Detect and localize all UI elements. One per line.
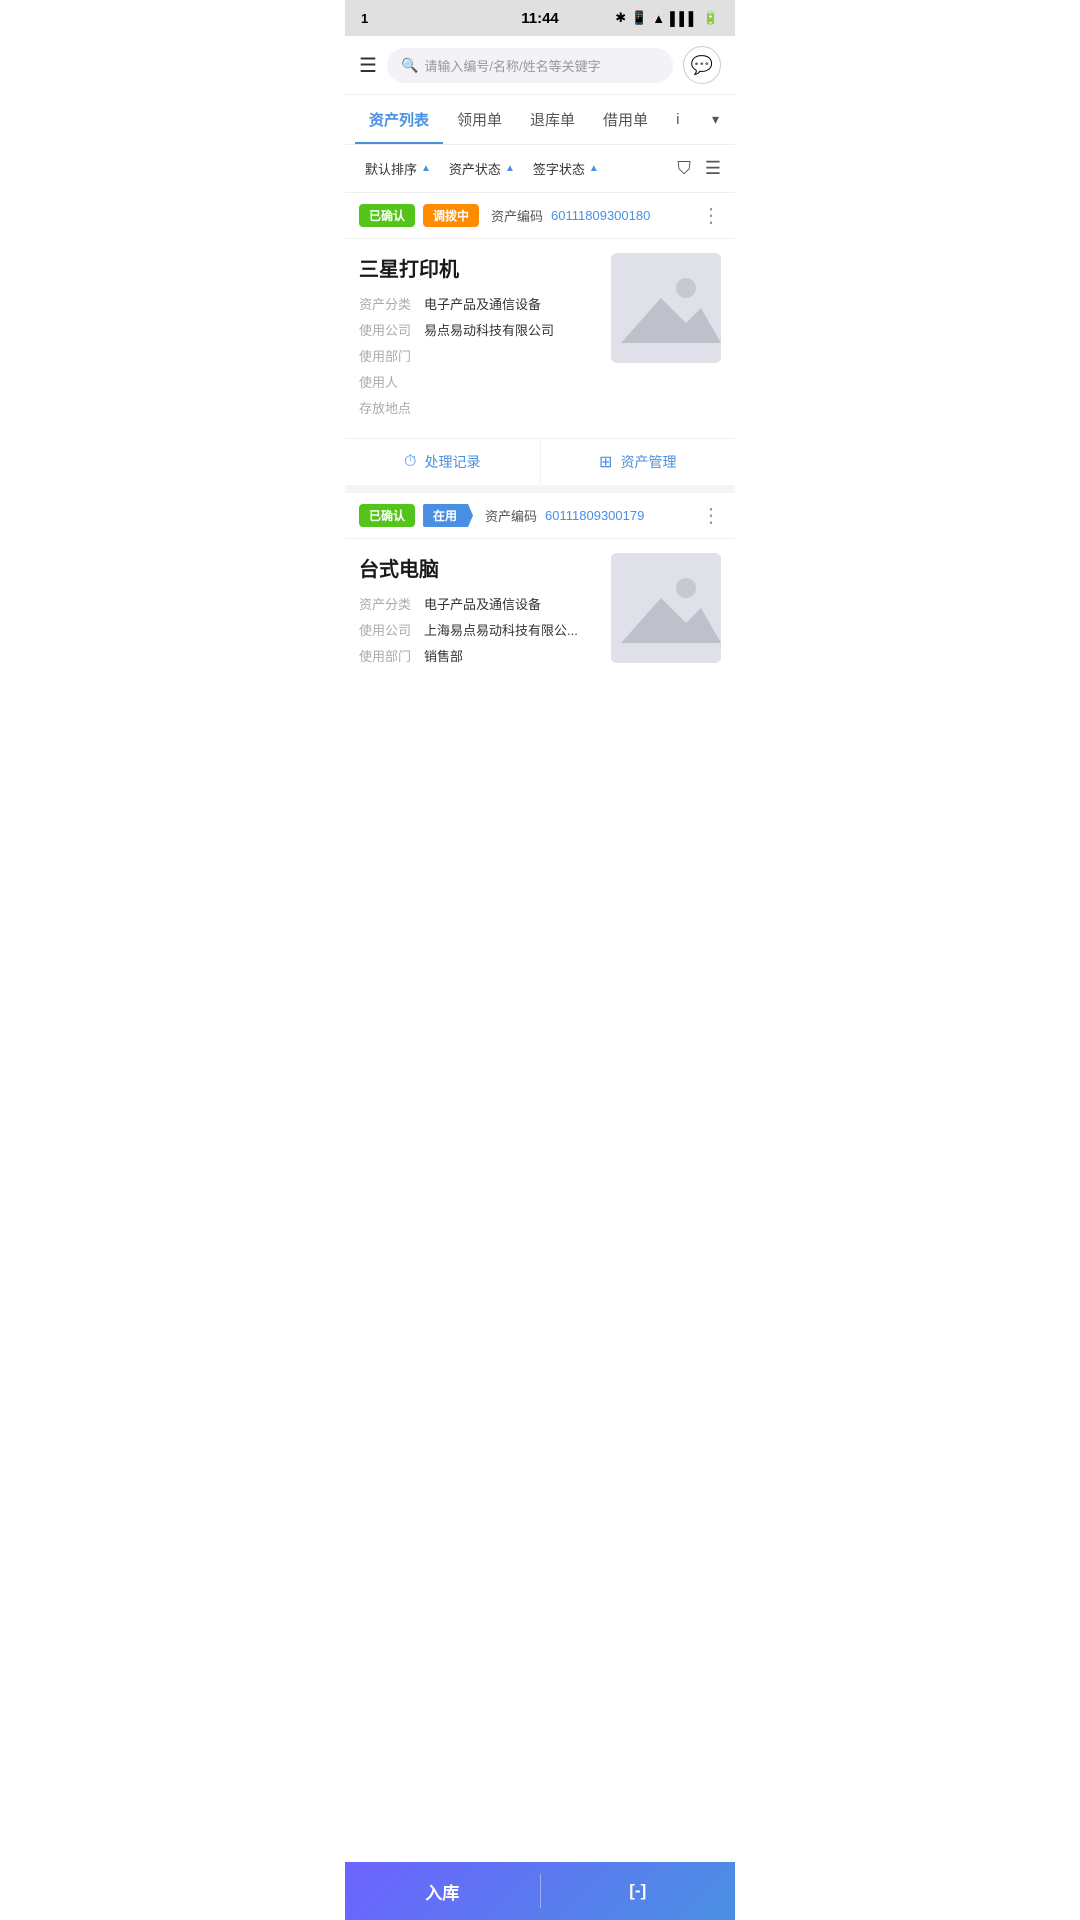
card-more-menu-2[interactable]: ⋮ [701, 503, 721, 528]
menu-button[interactable]: ☰ [359, 53, 377, 78]
phone-icon: 📱 [631, 10, 647, 26]
card-actions-1: ⏱ 处理记录 ⊞ 资产管理 [345, 438, 735, 485]
sign-status-arrow-icon: ▲ [589, 163, 599, 174]
sign-status-label: 签字状态 [533, 159, 585, 178]
history-button-1[interactable]: ⏱ 处理记录 [345, 439, 541, 485]
info-company-2: 使用公司 上海易点易动科技有限公... [359, 620, 601, 639]
user-label-1: 使用人 [359, 372, 424, 391]
status-badge-2: 在用 [423, 504, 473, 527]
asset-image-1 [611, 253, 721, 363]
company-label-1: 使用公司 [359, 320, 424, 339]
info-user-1: 使用人 [359, 372, 601, 391]
wifi-icon: ▲ [652, 11, 665, 26]
tab-requisition[interactable]: 领用单 [443, 95, 516, 144]
info-location-1: 存放地点 [359, 398, 601, 417]
search-bar[interactable]: 🔍 请输入编号/名称/姓名等关键字 [387, 48, 673, 83]
tab-borrow[interactable]: 借用单 [589, 95, 662, 144]
category-value-2: 电子产品及通信设备 [424, 594, 541, 613]
info-department-1: 使用部门 [359, 346, 601, 365]
info-department-2: 使用部门 销售部 [359, 646, 601, 665]
tab-extra[interactable]: i [662, 97, 693, 142]
asset-title-2: 台式电脑 [359, 553, 601, 582]
inbound-button[interactable]: 入库 [345, 1862, 540, 1920]
department-label-1: 使用部门 [359, 346, 424, 365]
card-body-1: 三星打印机 资产分类 电子产品及通信设备 使用公司 易点易动科技有限公司 使用部… [345, 239, 735, 438]
search-input-placeholder: 请输入编号/名称/姓名等关键字 [424, 56, 600, 75]
filter-bar: 默认排序 ▲ 资产状态 ▲ 签字状态 ▲ ⛉ ☰ [345, 145, 735, 193]
confirmed-badge-2: 已确认 [359, 504, 415, 527]
sort-filter[interactable]: 默认排序 ▲ [359, 155, 437, 182]
status-time: 11:44 [521, 10, 559, 27]
tab-asset-list[interactable]: 资产列表 [355, 95, 443, 144]
asset-card-2: 已确认 在用 资产编码 60111809300179 ⋮ 台式电脑 资产分类 电… [345, 493, 735, 686]
signal-icon: ▌▌▌ [670, 11, 698, 26]
category-label-1: 资产分类 [359, 294, 424, 313]
manage-button-1[interactable]: ⊞ 资产管理 [541, 439, 736, 485]
department-label-2: 使用部门 [359, 646, 424, 665]
history-label-1: 处理记录 [424, 452, 480, 472]
search-icon: 🔍 [401, 57, 418, 74]
asset-title-1: 三星打印机 [359, 253, 601, 282]
header: ☰ 🔍 请输入编号/名称/姓名等关键字 💬 [345, 36, 735, 95]
status-number: 1 [361, 11, 368, 26]
asset-list: 已确认 调拨中 资产编码 60111809300180 ⋮ 三星打印机 资产分类… [345, 193, 735, 686]
status-badge-1: 调拨中 [423, 204, 479, 227]
manage-icon-1: ⊞ [599, 452, 612, 472]
asset-code-val-1: 60111809300180 [551, 208, 650, 223]
card-body-2: 台式电脑 资产分类 电子产品及通信设备 使用公司 上海易点易动科技有限公... … [345, 539, 735, 686]
card-info-2: 台式电脑 资产分类 电子产品及通信设备 使用公司 上海易点易动科技有限公... … [359, 553, 601, 672]
scan-button[interactable]: [-] [541, 1862, 736, 1920]
company-label-2: 使用公司 [359, 620, 424, 639]
asset-card-1: 已确认 调拨中 资产编码 60111809300180 ⋮ 三星打印机 资产分类… [345, 193, 735, 485]
info-category-2: 资产分类 电子产品及通信设备 [359, 594, 601, 613]
confirmed-badge-1: 已确认 [359, 204, 415, 227]
status-icons: ✱ 📱 ▲ ▌▌▌ 🔋 [615, 10, 719, 26]
card-more-menu-1[interactable]: ⋮ [701, 203, 721, 228]
asset-code-val-2: 60111809300179 [545, 508, 644, 523]
card-header-2: 已确认 在用 资产编码 60111809300179 ⋮ [345, 493, 735, 539]
sign-status-filter[interactable]: 签字状态 ▲ [527, 155, 605, 182]
company-value-1: 易点易动科技有限公司 [424, 320, 554, 339]
asset-status-label: 资产状态 [449, 159, 501, 178]
category-label-2: 资产分类 [359, 594, 424, 613]
location-label-1: 存放地点 [359, 398, 424, 417]
tab-return[interactable]: 退库单 [516, 95, 589, 144]
info-company-1: 使用公司 易点易动科技有限公司 [359, 320, 601, 339]
sort-label: 默认排序 [365, 159, 417, 178]
department-value-2: 销售部 [424, 646, 463, 665]
filter-icon-group: ⛉ ☰ [677, 158, 721, 179]
bluetooth-icon: ✱ [615, 10, 626, 26]
asset-status-filter[interactable]: 资产状态 ▲ [443, 155, 521, 182]
asset-code-label-2: 资产编码 [485, 506, 537, 525]
history-icon-1: ⏱ [404, 453, 416, 471]
status-bar: 1 11:44 ✱ 📱 ▲ ▌▌▌ 🔋 [345, 0, 735, 36]
chat-button[interactable]: 💬 [683, 46, 721, 84]
advanced-filter-icon[interactable]: ⛉ [677, 158, 691, 179]
tab-bar: 资产列表 领用单 退库单 借用单 i ▾ [345, 95, 735, 145]
card-header-1: 已确认 调拨中 资产编码 60111809300180 ⋮ [345, 193, 735, 239]
company-value-2: 上海易点易动科技有限公... [424, 620, 578, 639]
category-value-1: 电子产品及通信设备 [424, 294, 541, 313]
bottom-bar: 入库 [-] [345, 1862, 735, 1920]
info-category-1: 资产分类 电子产品及通信设备 [359, 294, 601, 313]
sort-arrow-icon: ▲ [421, 163, 431, 174]
card-info-1: 三星打印机 资产分类 电子产品及通信设备 使用公司 易点易动科技有限公司 使用部… [359, 253, 601, 424]
asset-image-2 [611, 553, 721, 663]
asset-status-arrow-icon: ▲ [505, 163, 515, 174]
asset-code-label-1: 资产编码 [491, 206, 543, 225]
tab-expand-button[interactable]: ▾ [706, 97, 725, 142]
battery-icon: 🔋 [703, 10, 719, 26]
manage-label-1: 资产管理 [620, 452, 676, 472]
list-view-icon[interactable]: ☰ [705, 158, 721, 179]
